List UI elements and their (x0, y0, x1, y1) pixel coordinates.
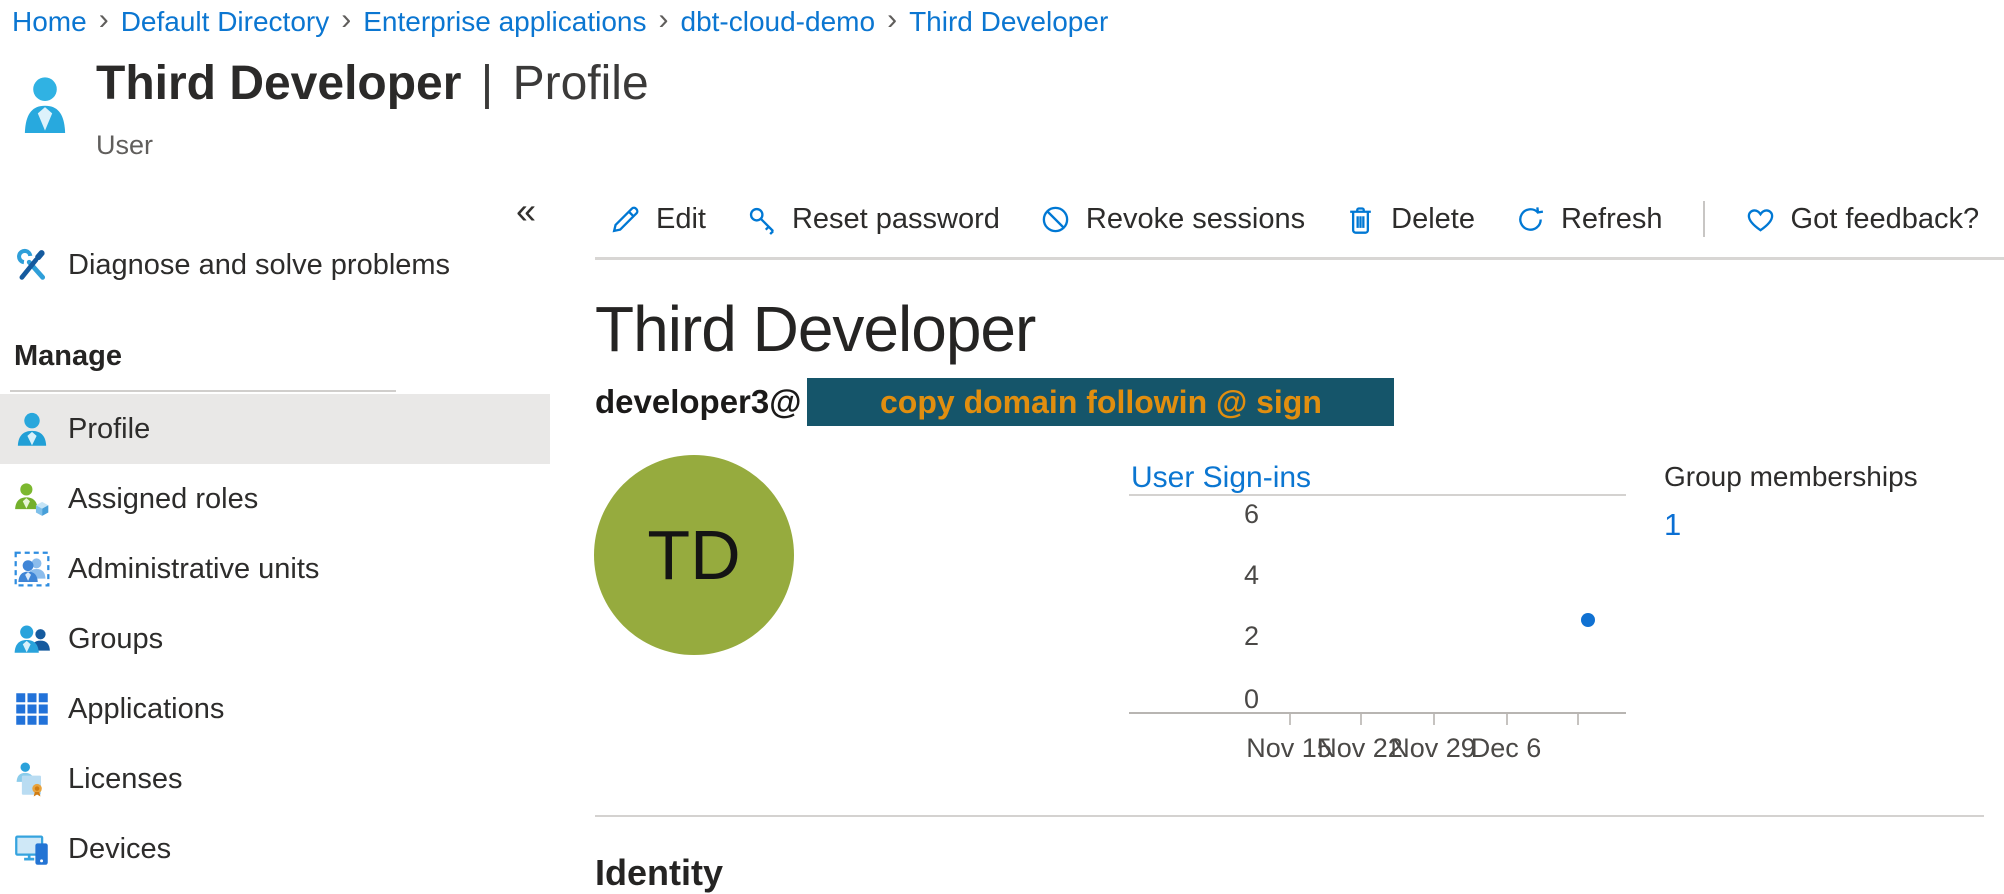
y-axis-label: 0 (1199, 684, 1259, 715)
refresh-icon (1515, 204, 1546, 235)
page-title-section: Profile (513, 57, 649, 110)
sidebar-item-profile[interactable]: Profile (0, 394, 550, 464)
collapse-sidebar-button[interactable]: « (516, 193, 536, 229)
command-bar: Edit Reset password Revoke sessions Dele… (610, 193, 1979, 245)
sidebar-divider (10, 390, 396, 392)
diagnose-tools-icon (14, 247, 50, 283)
signin-data-point (1581, 613, 1595, 627)
revoke-sessions-button[interactable]: Revoke sessions (1040, 203, 1305, 236)
block-icon (1040, 204, 1071, 235)
section-divider (595, 815, 1984, 817)
sidebar-item-label: Administrative units (68, 553, 319, 586)
toolbar-button-label: Refresh (1561, 203, 1663, 236)
refresh-button[interactable]: Refresh (1515, 203, 1663, 236)
sidebar-item-label: Devices (68, 833, 171, 866)
y-axis-label: 6 (1199, 499, 1259, 530)
breadcrumb-home[interactable]: Home (12, 6, 87, 38)
toolbar-button-label: Delete (1391, 203, 1475, 236)
email-domain-redaction-overlay: copy domain followin @ sign (807, 378, 1394, 426)
x-axis-line (1129, 712, 1626, 714)
sidebar-item-applications[interactable]: Applications (0, 674, 550, 744)
edit-button[interactable]: Edit (610, 203, 706, 236)
sidebar-item-groups[interactable]: Groups (0, 604, 550, 674)
sidebar-item-administrative-units[interactable]: Administrative units (0, 534, 550, 604)
sidebar-manage-list: Profile Assigned roles Adminis (0, 394, 550, 884)
sidebar-item-devices[interactable]: Devices (0, 814, 550, 884)
breadcrumb-dbt-cloud-demo[interactable]: dbt-cloud-demo (681, 6, 876, 38)
x-axis-tick (1360, 714, 1362, 725)
administrative-units-icon (14, 551, 50, 587)
chart-header-divider (1129, 494, 1626, 496)
pencil-icon (610, 204, 641, 235)
chevron-right-icon: › (341, 5, 351, 39)
sidebar-item-licenses[interactable]: Licenses (0, 744, 550, 814)
object-type-label: User (96, 130, 153, 161)
sidebar-menu: « Diagnose and solve problems Manage Pro… (0, 185, 560, 884)
breadcrumb-third-developer[interactable]: Third Developer (909, 6, 1108, 38)
sidebar-item-label: Diagnose and solve problems (68, 249, 450, 282)
x-axis-tick (1506, 714, 1508, 725)
sidebar-item-label: Licenses (68, 763, 182, 796)
y-axis-label: 2 (1199, 621, 1259, 652)
breadcrumb-default-directory[interactable]: Default Directory (121, 6, 330, 38)
sidebar-item-diagnose[interactable]: Diagnose and solve problems (0, 230, 550, 300)
page-title: Third Developer | Profile (96, 56, 649, 111)
user-signins-chart: User Sign-ins 6 4 2 0 Nov 15 Nov 22 Nov … (1129, 461, 1626, 791)
sidebar-item-label: Applications (68, 693, 224, 726)
group-memberships-label: Group memberships (1664, 461, 1918, 493)
heart-icon (1745, 204, 1776, 235)
profile-person-icon (14, 411, 50, 447)
assigned-roles-icon (14, 481, 50, 517)
chevron-right-icon: › (887, 5, 897, 39)
licenses-icon (14, 761, 50, 797)
user-signins-link[interactable]: User Sign-ins (1131, 461, 1311, 495)
x-axis-label: Dec 6 (1471, 733, 1542, 764)
trash-icon (1345, 204, 1376, 235)
user-avatar[interactable]: TD (594, 455, 794, 655)
sidebar-item-label: Assigned roles (68, 483, 258, 516)
sidebar-section-manage: Manage (14, 340, 122, 373)
devices-icon (14, 831, 50, 867)
breadcrumb-enterprise-applications[interactable]: Enterprise applications (363, 6, 646, 38)
avatar-initials: TD (647, 515, 740, 595)
groups-people-icon (14, 621, 50, 657)
toolbar-button-label: Got feedback? (1791, 203, 1980, 236)
user-display-name: Third Developer (595, 292, 1035, 366)
got-feedback-button[interactable]: Got feedback? (1745, 203, 1980, 236)
user-principal-name: developer3@ copy domain followin @ sign (595, 378, 1394, 426)
page-title-divider: | (475, 57, 499, 110)
y-axis-label: 4 (1199, 560, 1259, 591)
applications-grid-icon (14, 691, 50, 727)
page-title-name: Third Developer (96, 57, 461, 110)
user-icon (22, 74, 68, 136)
breadcrumb: Home › Default Directory › Enterprise ap… (12, 4, 1108, 40)
x-axis-label: Nov 29 (1390, 733, 1476, 764)
toolbar-separator (1703, 201, 1705, 237)
group-memberships-count-link[interactable]: 1 (1664, 507, 1918, 543)
identity-section-heading: Identity (595, 852, 723, 894)
toolbar-divider (595, 257, 2004, 260)
sidebar-item-assigned-roles[interactable]: Assigned roles (0, 464, 550, 534)
chevron-right-icon: › (659, 5, 669, 39)
x-axis-tick (1577, 714, 1579, 725)
toolbar-button-label: Edit (656, 203, 706, 236)
reset-password-button[interactable]: Reset password (746, 203, 1000, 236)
email-prefix: developer3@ (595, 383, 801, 421)
sidebar-item-label: Profile (68, 413, 150, 446)
x-axis-tick (1433, 714, 1435, 725)
sidebar-item-label: Groups (68, 623, 163, 656)
toolbar-button-label: Reset password (792, 203, 1000, 236)
x-axis-tick (1289, 714, 1291, 725)
toolbar-button-label: Revoke sessions (1086, 203, 1305, 236)
key-icon (746, 204, 777, 235)
chevron-right-icon: › (99, 5, 109, 39)
delete-button[interactable]: Delete (1345, 203, 1475, 236)
group-memberships-block: Group memberships 1 (1664, 461, 1918, 543)
